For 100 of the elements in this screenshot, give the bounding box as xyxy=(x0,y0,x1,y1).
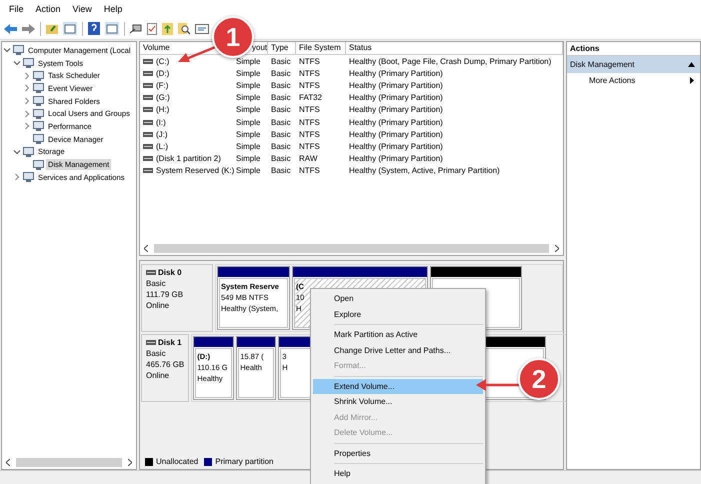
node-icon xyxy=(33,134,44,144)
table-cell-text: Healthy (Primary Partition) xyxy=(348,154,444,164)
action-link[interactable]: More Actions xyxy=(567,73,700,88)
table-cell-text: RAW xyxy=(298,154,318,164)
drive-icon xyxy=(143,168,153,174)
scroll-left-icon[interactable] xyxy=(6,458,10,466)
node-icon xyxy=(23,172,34,182)
help-icon[interactable] xyxy=(88,22,100,35)
table-cell: (C:) xyxy=(156,56,170,66)
collapse-icon[interactable] xyxy=(13,148,21,156)
menu-item[interactable]: Extend Volume... xyxy=(313,378,483,394)
legend-label: Unallocated xyxy=(156,457,198,466)
drive-icon xyxy=(143,58,153,64)
node-icon xyxy=(33,83,44,94)
drive-icon xyxy=(143,120,153,125)
table-cell-text: Healthy (Primary Partition) xyxy=(348,118,444,127)
table-cell-text: FAT32 xyxy=(298,93,323,102)
table-cell-text: NTFS xyxy=(298,68,321,78)
drive-icon xyxy=(143,82,153,88)
table-cell-text: NTFS xyxy=(298,118,321,127)
disk-info[interactable]: Disk 1 Basic 465.76 GB Online xyxy=(141,334,190,402)
column-header[interactable]: Status xyxy=(349,42,372,54)
table-cell-text: Healthy (Boot, Page File, Crash Dump, Primary Partition) xyxy=(348,56,552,66)
table-cell-text: Healthy (Primary Partition) xyxy=(348,130,444,139)
disk-detail: Online xyxy=(146,370,170,381)
column-header[interactable]: Type xyxy=(271,42,288,54)
column-header[interactable]: yout xyxy=(252,42,268,54)
window-icon[interactable] xyxy=(63,22,77,35)
scroll-left-icon[interactable] xyxy=(144,244,148,252)
menu-item[interactable]: Explore xyxy=(313,306,483,322)
disk-detail: 111.79 GB xyxy=(146,289,184,300)
menu-item[interactable]: Properties xyxy=(313,446,483,461)
callout-arrow xyxy=(476,378,522,392)
menu-item[interactable]: Action xyxy=(30,4,66,14)
drive-icon xyxy=(143,70,153,76)
table-cell-text: Basic xyxy=(270,68,292,78)
checklist-icon[interactable] xyxy=(147,22,157,34)
column-header[interactable]: Volume xyxy=(143,42,170,54)
console-icon[interactable] xyxy=(195,24,209,34)
disk-icon xyxy=(146,270,156,275)
disk-icon xyxy=(146,340,156,345)
column-header[interactable]: File System xyxy=(299,42,341,54)
drive-icon xyxy=(143,144,153,149)
node-icon xyxy=(33,108,44,119)
table-cell-text: Healthy (Primary Partition) xyxy=(348,68,444,78)
drive-icon xyxy=(143,95,153,100)
menu-item[interactable]: Help xyxy=(98,4,128,14)
expand-icon[interactable] xyxy=(13,173,21,182)
disk-name: Disk 0 xyxy=(158,267,182,278)
callout-arrow xyxy=(178,44,218,64)
table-cell-text: Healthy (Primary Partition) xyxy=(348,142,444,151)
menu-item[interactable]: Help xyxy=(313,466,483,482)
table-cell-text: NTFS xyxy=(298,130,321,139)
forward-icon[interactable] xyxy=(22,24,35,34)
node-icon xyxy=(23,58,34,68)
table-cell-text: Basic xyxy=(270,154,292,164)
drive-icon xyxy=(143,132,153,137)
scroll-right-icon[interactable] xyxy=(555,244,559,252)
node-icon xyxy=(13,45,24,56)
table-cell: (I:) xyxy=(156,118,166,127)
actions-section-header[interactable]: Disk Management xyxy=(567,56,700,73)
menu-item[interactable]: Open xyxy=(313,291,483,306)
table-cell-text: NTFS xyxy=(298,166,321,176)
collapse-icon[interactable] xyxy=(688,62,695,67)
table-cell-text: Simple xyxy=(235,93,262,102)
table-cell-text: Basic xyxy=(270,93,292,102)
disk-detail: 465.76 GB xyxy=(146,359,184,370)
table-cell-text: Simple xyxy=(235,166,262,176)
table-cell-text: Healthy (Primary Partition) xyxy=(348,105,444,114)
submenu-arrow-icon xyxy=(690,77,694,84)
disk-detail: Basic xyxy=(146,278,167,289)
table-cell-text: Basic xyxy=(270,142,292,151)
table-cell-text: Basic xyxy=(270,80,292,90)
table-cell-text: Healthy (Primary Partition) xyxy=(348,93,444,102)
table-cell: (G:) xyxy=(156,93,170,102)
window-icon[interactable] xyxy=(105,22,119,35)
disk-info[interactable]: Disk 0 Basic 111.79 GB Online xyxy=(141,264,213,332)
table-cell-text: Basic xyxy=(270,130,292,139)
table-cell-text: Basic xyxy=(270,56,292,66)
table-cell-text: Basic xyxy=(270,105,292,114)
disk-name: Disk 1 xyxy=(158,337,182,348)
folder-up-icon[interactable] xyxy=(162,22,173,34)
drive-icon xyxy=(143,107,153,112)
table-cell: (D:) xyxy=(156,68,170,78)
node-icon xyxy=(33,96,44,106)
table-cell: (H:) xyxy=(156,105,170,114)
table-cell: (L:) xyxy=(156,142,168,151)
menu-item[interactable]: View xyxy=(68,4,97,14)
table-cell-text: NTFS xyxy=(298,142,321,151)
table-cell-text: Simple xyxy=(235,80,262,90)
table-cell-text: NTFS xyxy=(298,105,321,114)
table-cell-text: Simple xyxy=(235,154,262,164)
node-icon xyxy=(23,146,34,157)
search-icon[interactable] xyxy=(178,22,190,34)
menu-item[interactable]: File xyxy=(4,4,29,14)
table-cell-text: NTFS xyxy=(298,80,321,90)
table-cell-text: Simple xyxy=(235,56,262,66)
table-cell-text: Basic xyxy=(270,118,292,127)
scroll-right-icon[interactable] xyxy=(128,458,132,466)
back-icon[interactable] xyxy=(4,24,17,34)
